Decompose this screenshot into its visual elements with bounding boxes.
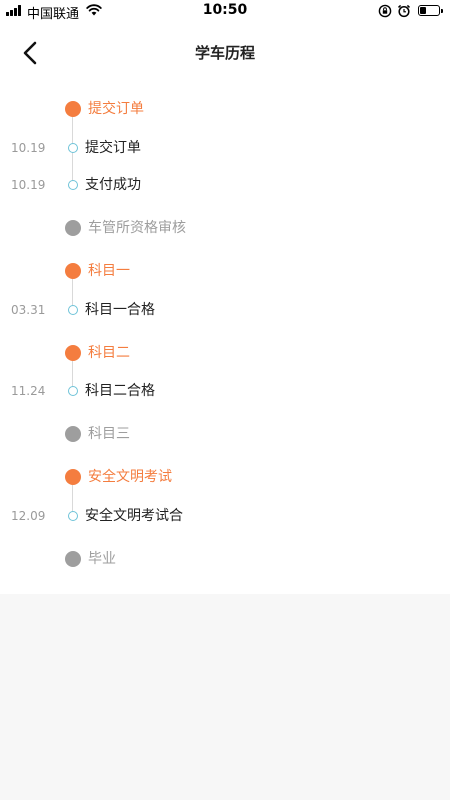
event-label: 安全文明考试合 [85,507,183,524]
stage-marker-3 [65,344,81,361]
event-marker [68,304,78,315]
event-date: 11.24 [11,384,46,398]
stage-label: 安全文明考试 [88,469,172,485]
event-marker [68,510,78,521]
stage-label: 毕业 [88,550,116,567]
event-date: 03.31 [11,302,46,317]
event-label: 支付成功 [85,177,141,193]
event-label: 科目一合格 [85,301,155,318]
stage-marker-1 [65,220,81,236]
stage-label: 车管所资格审核 [88,220,186,236]
app-screen: 中国联通 10:50 学车历程 提交订单 10.19 提交订单 10.19 支付成功 车管… [0,0,450,800]
event-marker [68,180,78,190]
stage-marker-4 [65,426,81,442]
event-date: 10.19 [11,140,46,155]
stage-label: 提交订单 [88,101,144,117]
event-label: 提交订单 [85,139,141,156]
stage-label: 科目二 [88,344,130,361]
event-date: 10.19 [11,178,46,192]
stage-marker-0 [65,101,81,117]
stage-marker-5 [65,469,81,485]
event-label: 科目二合格 [85,383,155,399]
stage-label: 科目一 [88,263,130,279]
event-date: 12.09 [11,508,46,523]
event-marker [68,386,78,396]
stage-marker-2 [65,263,81,279]
stage-label: 科目三 [88,426,130,442]
event-marker [68,142,78,153]
progress-timeline: 提交订单 10.19 提交订单 10.19 支付成功车管所资格审核 科目一 03.31 科目一… [0,0,450,594]
stage-marker-6 [65,550,81,567]
